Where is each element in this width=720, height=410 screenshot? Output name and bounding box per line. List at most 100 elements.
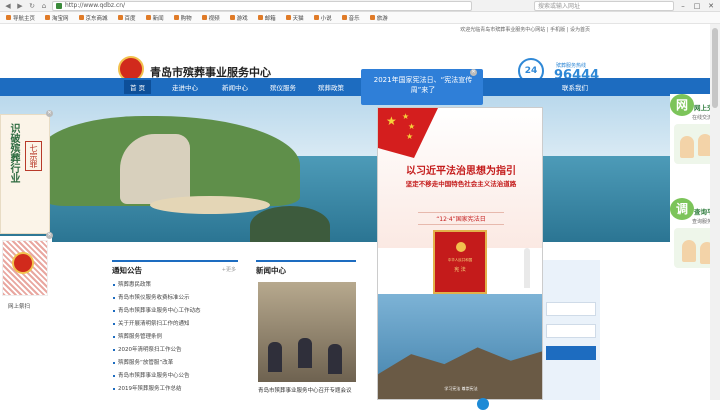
bookmark-item[interactable]: 小说 (313, 14, 332, 22)
notice-item[interactable]: 2020年清明祭扫工作公告 (112, 345, 238, 358)
bookmark-label: 新闻 (152, 15, 164, 22)
search-placeholder: 搜索或输入网址 (538, 3, 581, 10)
news-caption[interactable]: 青岛市殡葬事业服务中心召开专题会议 (258, 386, 352, 394)
online-tag-icon[interactable]: 网 (670, 94, 694, 116)
home-icon[interactable]: ⌂ (40, 2, 48, 10)
book-title-line2: 宪 法 (454, 267, 466, 273)
maximize-icon[interactable]: □ (692, 2, 702, 10)
scrollbar-thumb[interactable] (712, 28, 718, 108)
username-field[interactable] (546, 302, 596, 316)
star-icon: ★ (406, 132, 414, 141)
notice-item[interactable]: 青岛市殡葬事业服务中心公告 (112, 371, 238, 384)
bookmark-label: 邮箱 (264, 15, 276, 22)
forward-icon[interactable]: ▶ (16, 2, 24, 10)
notice-item[interactable]: 殡葬惠民政策 (112, 280, 238, 293)
hero-banner[interactable] (0, 96, 720, 242)
bookmark-item[interactable]: 音乐 (341, 14, 360, 22)
bookmarks-bar: 导航主页 淘宝网 京东商城 百度 新闻 购物 视频 游戏 邮箱 天猫 小说 音乐 旅游 (0, 12, 720, 24)
bookmark-item[interactable]: 购物 (173, 14, 192, 22)
poster-footer: 学习宪法 尊崇宪法 (444, 386, 478, 391)
address-bar[interactable]: http://www.qdbz.cn/ (52, 0, 472, 11)
refresh-icon[interactable]: ↻ (28, 2, 36, 10)
query-tag-icon[interactable]: 调 (670, 198, 694, 220)
poster-headline: 以习近平法治思想为指引 (406, 166, 516, 177)
bookmark-icon (45, 15, 51, 20)
browser-search-input[interactable]: 搜索或输入网址 (534, 0, 674, 11)
bookmark-item[interactable]: 邮箱 (257, 14, 276, 22)
banner-beach (150, 196, 270, 214)
login-button[interactable] (546, 346, 596, 360)
bookmark-label: 旅游 (376, 15, 388, 22)
bookmark-item[interactable]: 百度 (117, 14, 136, 22)
bookmark-icon (201, 15, 207, 20)
notice-item[interactable]: 2019年殡葬服务工作总结 (112, 384, 238, 397)
query-sub: 查询服务 (692, 219, 713, 225)
close-popup-icon[interactable]: ✕ (470, 69, 477, 76)
online-sub: 在线交流 (692, 115, 713, 121)
bookmark-icon (257, 15, 263, 20)
bookmark-icon (6, 15, 11, 20)
bookmark-icon (229, 15, 235, 20)
nav-news[interactable]: 新闻中心 (222, 82, 248, 92)
news-photo[interactable] (258, 282, 356, 382)
bookmark-label: 音乐 (348, 15, 360, 22)
nav-about[interactable]: 走进中心 (172, 82, 198, 92)
nav-contact[interactable]: 联系我们 (562, 82, 588, 92)
bookmark-item[interactable]: 视频 (201, 14, 220, 22)
notice-item[interactable]: 殡葬服务“放管服”改革 (112, 358, 238, 371)
page-scrollbar[interactable] (710, 24, 720, 400)
bookmark-item[interactable]: 天猫 (285, 14, 304, 22)
bookmark-item[interactable]: 新闻 (145, 14, 164, 22)
qr-caption: 网上祭扫 (8, 304, 31, 310)
photo-person (328, 344, 342, 374)
notice-title: 通知公告 (112, 266, 142, 275)
bookmark-label: 视频 (208, 15, 220, 22)
notice-item[interactable]: 关于开展清明祭扫工作的通知 (112, 319, 238, 332)
bookmark-item[interactable]: 游戏 (229, 14, 248, 22)
side-widget (540, 260, 600, 400)
bookmark-icon (145, 15, 151, 20)
password-field[interactable] (546, 324, 596, 338)
bookmark-icon (78, 15, 84, 20)
popup-title: 2021年国家宪法日、“宪法宣传周”来了 (373, 76, 473, 94)
notice-list: 殡葬惠民政策 青岛市殡仪服务收费标准公示 青岛市殡葬事业服务中心工作动态 关于开展清明… (112, 280, 238, 397)
rocket-graphic (524, 248, 530, 288)
close-qr-icon[interactable]: ✕ (46, 232, 53, 239)
poster-tag: “12·4”国家宪法日 (418, 212, 504, 225)
constitution-popup-header[interactable]: 2021年国家宪法日、“宪法宣传周”来了 (361, 69, 483, 105)
bookmark-item[interactable]: 导航主页 (6, 14, 35, 22)
notice-item[interactable]: 青岛市殡仪服务收费标准公示 (112, 293, 238, 306)
bookmark-icon (369, 15, 375, 20)
nav-home[interactable]: 首 页 (124, 80, 152, 94)
calligraphy-stamp: 七宗罪 (25, 141, 42, 171)
news-title: 新闻中心 (256, 266, 286, 275)
constitution-poster[interactable]: ★ ★ ★ ★ 以习近平法治思想为指引 坚定不移走中国特色社会主义法治道路 “1… (377, 107, 543, 400)
bookmark-item[interactable]: 旅游 (369, 14, 388, 22)
minimize-icon[interactable]: – (678, 2, 688, 10)
illustration-person (682, 240, 696, 262)
nav-service[interactable]: 殡仪服务 (270, 82, 296, 92)
banner-rock (250, 206, 330, 242)
notice-item[interactable]: 青岛市殡葬事业服务中心工作动态 (112, 306, 238, 319)
book-title-line1: 中华人民共和国 (447, 258, 473, 262)
poster-subheadline: 坚定不移走中国特色社会主义法治道路 (405, 180, 517, 188)
bookmark-icon (173, 15, 179, 20)
bookmark-item[interactable]: 淘宝网 (45, 14, 69, 22)
photo-person (298, 338, 312, 368)
left-float-ad[interactable]: 识破殡葬行业 七宗罪 (0, 114, 50, 234)
back-icon[interactable]: ◀ (4, 2, 12, 10)
constitution-book: 中华人民共和国 宪 法 (433, 230, 487, 294)
star-icon: ★ (402, 112, 410, 121)
close-window-icon[interactable]: ✕ (706, 2, 716, 10)
notice-item[interactable]: 殡葬服务管理条例 (112, 332, 238, 345)
left-qr-card[interactable]: 网上祭扫 (0, 236, 52, 316)
notice-more-link[interactable]: +更多 (222, 266, 236, 273)
top-note: 欢迎光临青岛市殡葬事业服务中心网站 | 手机版 | 设为首页 (460, 27, 590, 33)
bookmark-icon (313, 15, 319, 20)
bookmark-label: 小说 (320, 15, 332, 22)
bookmark-icon (341, 15, 347, 20)
close-left-ad-icon[interactable]: ✕ (46, 110, 53, 117)
address-text: http://www.qdbz.cn/ (65, 2, 126, 9)
nav-policy[interactable]: 殡葬政策 (318, 82, 344, 92)
bookmark-item[interactable]: 京东商城 (78, 14, 108, 22)
